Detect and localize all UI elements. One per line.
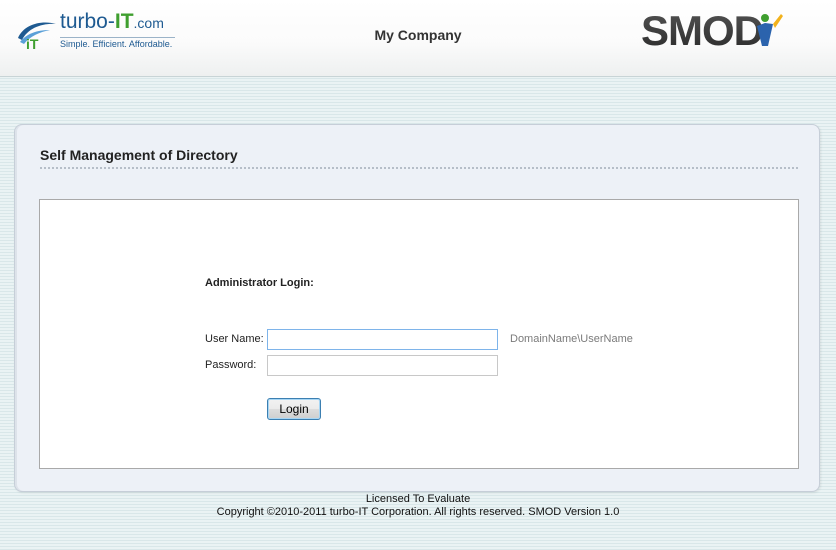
username-hint: DomainName\UserName [510,333,633,345]
company-name: My Company [374,27,462,43]
license-text: Licensed To Evaluate [365,493,471,505]
smod-logo-text: SMOD [641,8,763,50]
main-panel: Self Management of Directory Administrat… [14,124,820,492]
brand-name: turbo-IT.com [60,10,164,34]
password-label: Password: [205,359,257,371]
turbo-it-badge-icon: iT [18,22,56,50]
brand-rule [60,37,175,38]
brand-name-suffix: .com [133,15,164,31]
brand-name-prefix: turbo- [60,10,115,33]
copyright-text: Copyright ©2010-2011 turbo-IT Corporatio… [216,506,620,518]
password-input[interactable] [267,355,498,376]
page-title: Self Management of Directory [40,147,238,163]
login-form: Administrator Login: User Name: DomainNa… [39,199,799,469]
title-divider [40,167,798,169]
badge-text: iT [26,36,39,50]
username-label: User Name: [205,333,264,345]
header: iT turbo-IT.com Simple. Efficient. Affor… [0,0,836,77]
login-heading: Administrator Login: [205,277,314,289]
turbo-it-logo: iT turbo-IT.com Simple. Efficient. Affor… [16,10,186,54]
brand-tagline: Simple. Efficient. Affordable. [60,39,173,49]
smod-logo: SMOD [641,8,783,50]
login-button[interactable]: Login [267,398,321,420]
username-input[interactable] [267,329,498,350]
brand-name-it: IT [114,10,134,33]
